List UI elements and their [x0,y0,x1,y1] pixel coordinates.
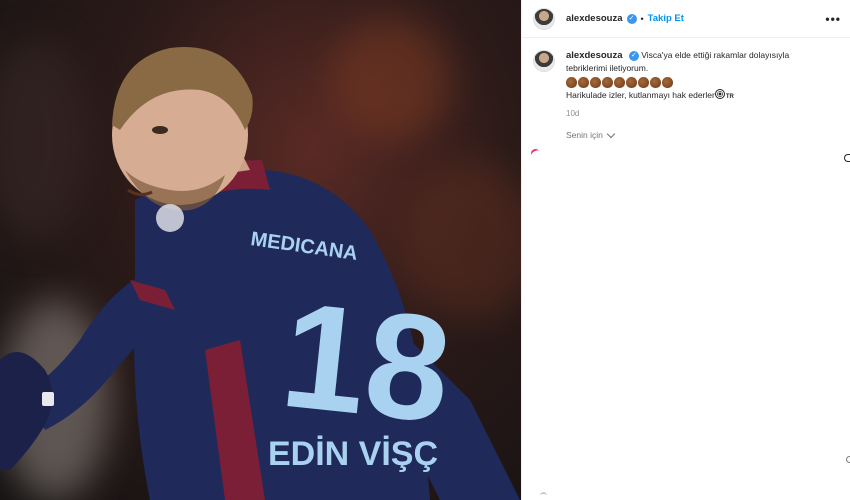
clap-emoji-row [566,76,836,89]
author-username[interactable]: alexdesouza [566,13,623,24]
caption: alexdesouza ✓ Visca'ya elde ettiği rakam… [533,49,836,120]
football-player-photo: MEDICANA 18 EDİN VİŞÇ [0,46,520,500]
instagram-post: MEDICANA 18 EDİN VİŞÇ alexdesouza ✓ • Ta… [0,0,850,500]
jersey-number: 18 [275,270,459,455]
caption-line-1: Visca'ya elde ettiği rakamlar dolayısıyl… [641,50,790,60]
clapping-hands-icon [602,77,613,88]
heart-icon[interactable] [844,154,850,162]
verified-badge-icon: ✓ [626,13,637,24]
clapping-hands-icon [662,77,673,88]
caption-line-3: Harikulade izler, kutlanmayı hak ederler [566,90,715,100]
follow-button[interactable]: Takip Et [648,13,684,24]
caption-username[interactable]: alexdesouza [566,50,623,61]
clapping-hands-icon [578,77,589,88]
more-options-icon[interactable]: ••• [825,12,841,26]
sort-label: Senin için [566,130,603,140]
clapping-hands-icon [626,77,637,88]
comment-sort-dropdown[interactable]: Senin için [566,129,616,140]
loading-spinner-icon [540,492,547,499]
clapping-hands-icon [590,77,601,88]
post-side-panel: alexdesouza ✓ • Takip Et ••• alexdesouza… [521,0,850,500]
clapping-hands-icon [614,77,625,88]
caption-avatar[interactable] [533,50,555,72]
author-avatar[interactable] [533,7,555,30]
post-media[interactable]: MEDICANA 18 EDİN VİŞÇ [0,0,521,500]
jersey-name: EDİN VİŞÇ [268,435,438,473]
heart-icon[interactable] [846,456,850,463]
turkey-flag-icon: TR [725,94,734,100]
clapping-hands-icon [638,77,649,88]
soccer-ball-icon [714,89,725,99]
clapping-hands-icon [566,77,577,88]
separator-dot: • [640,13,644,24]
clapping-hands-icon [650,77,661,88]
verified-badge-icon: ✓ [628,50,639,61]
post-header: alexdesouza ✓ • Takip Et ••• [522,0,850,38]
chevron-down-icon [606,129,616,138]
post-timestamp[interactable]: 10d [566,107,836,120]
caption-line-2: tebriklerimi iletiyorum. [566,63,649,73]
